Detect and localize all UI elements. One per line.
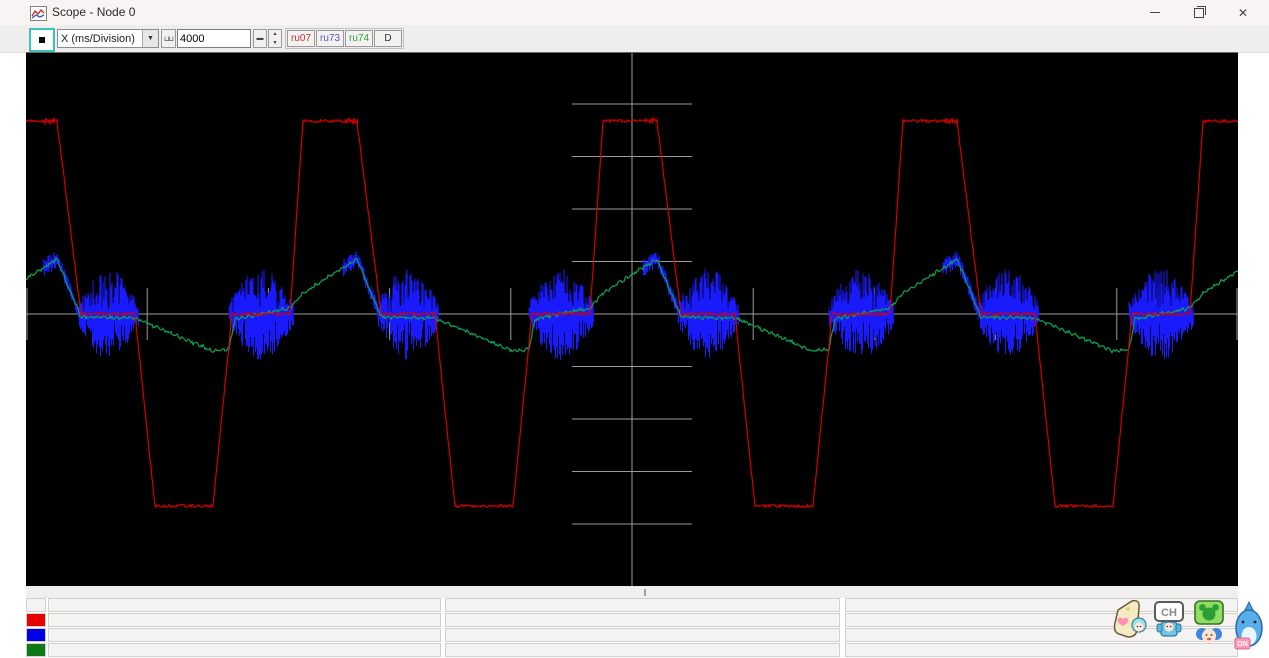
stop-icon [37,35,47,45]
spin-down-icon[interactable]: ▼ [269,39,281,48]
steps-icon: ⊔⊔ [164,35,173,43]
spin-up-icon[interactable]: ▲ [269,30,281,39]
channel-button-group: ru07 ru73 ru74 D [285,28,404,49]
window-title: Scope - Node 0 [52,5,135,19]
table-cell [445,598,840,612]
shark-on-icon[interactable]: ON [1230,596,1268,654]
restore-button[interactable] [1177,0,1221,25]
scope-display[interactable] [26,52,1238,586]
table-cell [48,613,441,627]
svg-text:CH: CH [1161,607,1177,619]
table-cell [48,598,441,612]
channel-button-4[interactable]: D [374,30,402,47]
swatch-header-cell [26,598,46,612]
axis-mode-value: X (ms/Division) [58,33,142,45]
close-icon: ✕ [1238,7,1248,19]
channel-button-2[interactable]: ru73 [316,30,344,47]
channel-label: D [384,33,391,44]
position-slider[interactable] [26,586,1238,598]
chevron-down-icon[interactable]: ▼ [142,30,158,47]
division-value-input[interactable] [177,29,251,48]
table-cell [445,613,840,627]
legend-column-1 [48,598,441,658]
window-controls: ✕ [1133,0,1265,25]
channel-button-1[interactable]: ru07 [287,30,315,47]
ch-sign-icon[interactable]: CH [1150,596,1188,654]
legend-column-2 [445,598,840,658]
swatch-green [26,643,46,657]
keypad-icon: ▬ [257,35,264,42]
swatch-red [26,613,46,627]
swatch-blue [26,628,46,642]
minimize-button[interactable] [1133,0,1177,25]
stop-record-button[interactable] [29,28,55,52]
table-cell [48,643,441,657]
app-icon [30,6,47,21]
plush-heart-icon[interactable] [1110,596,1148,654]
slider-toggle-button[interactable]: ⊔⊔ [161,29,176,48]
channel-label: ru07 [291,33,311,44]
keypad-button[interactable]: ▬ [253,29,267,48]
legend-table [26,598,1238,658]
channel-label: ru73 [320,33,340,44]
scope-window: { "window": { "title": "Scope - Node 0" … [0,0,1269,658]
channel-label: ru74 [349,33,369,44]
swatch-column [26,598,46,658]
value-spinner[interactable]: ▲ ▼ [268,29,282,48]
green-badge-icon[interactable] [1190,596,1228,654]
waveform-canvas [26,53,1238,586]
table-cell [445,628,840,642]
svg-text:ON: ON [1237,641,1248,648]
table-cell [48,628,441,642]
table-cell [445,643,840,657]
close-button[interactable]: ✕ [1221,0,1265,25]
axis-mode-dropdown[interactable]: X (ms/Division) ▼ [57,29,159,48]
minimize-icon [1150,12,1160,13]
slider-thumb[interactable] [644,589,646,596]
title-bar: Scope - Node 0 ✕ [0,0,1269,25]
desktop-mascot-icons: CH ON [1110,596,1268,654]
restore-icon [1194,8,1204,18]
toolbar: X (ms/Division) ▼ ⊔⊔ ▬ ▲ ▼ ru07 ru73 ru7… [0,25,1269,53]
channel-button-3[interactable]: ru74 [345,30,373,47]
